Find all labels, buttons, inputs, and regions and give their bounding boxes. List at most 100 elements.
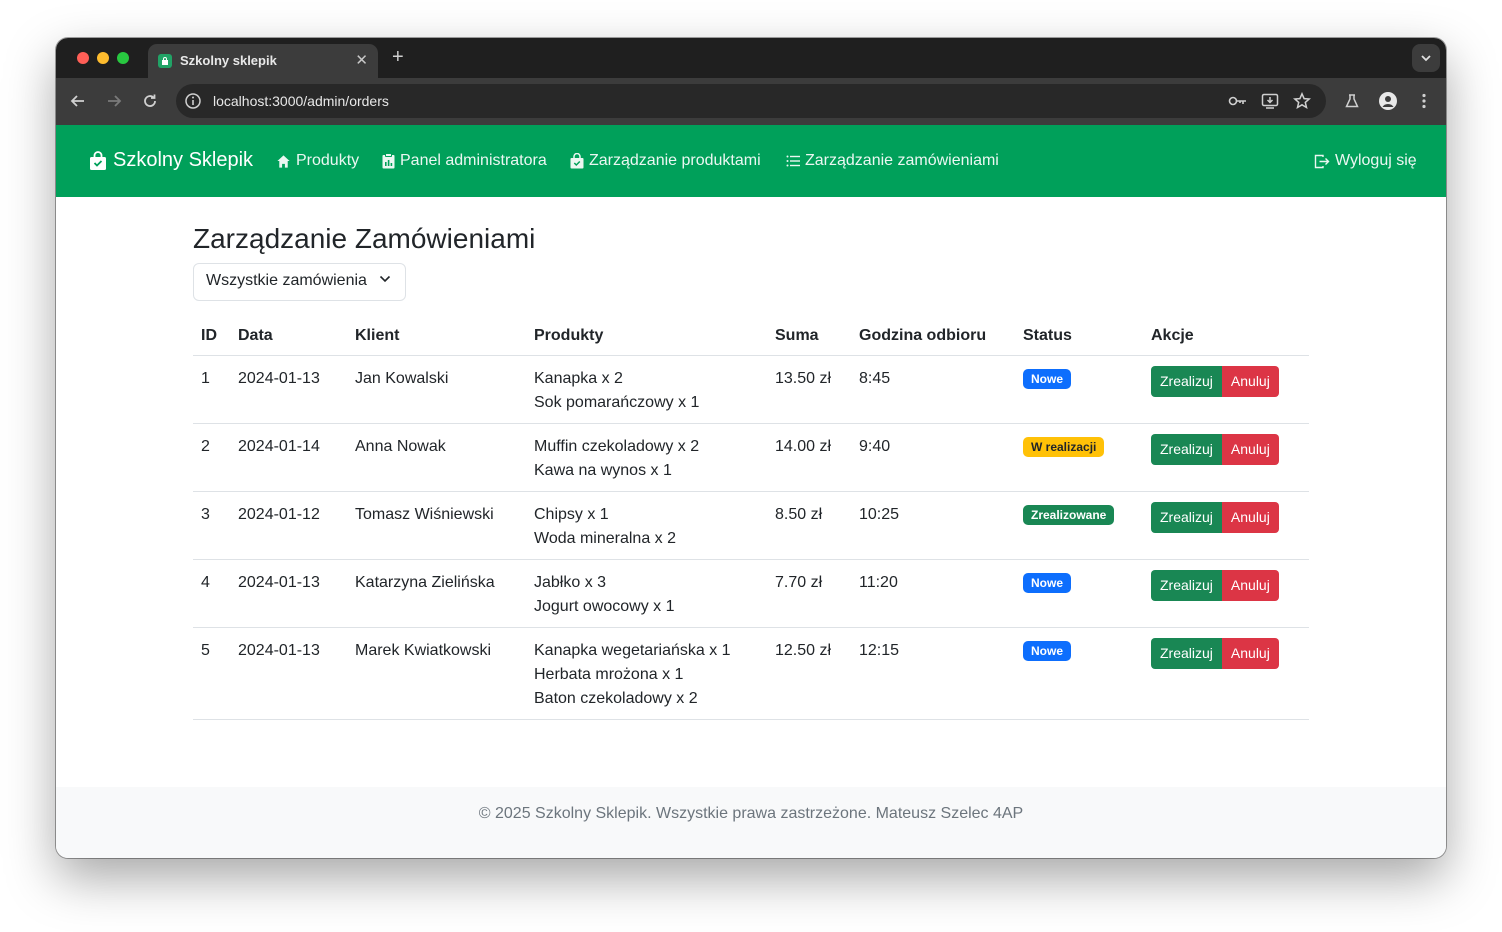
cancel-order-button[interactable]: Anuluj (1221, 365, 1279, 397)
order-actions: Zrealizuj Anuluj (1143, 491, 1309, 560)
cancel-order-button[interactable]: Anuluj (1221, 433, 1279, 465)
table-row: 4 2024-01-13 Katarzyna Zielińska Jabłko x 3… (193, 559, 1309, 628)
clipboard-icon (382, 153, 395, 169)
product-line: Jogurt owocowy x 1 (534, 597, 675, 615)
order-pickup-time: 12:15 (851, 627, 1015, 720)
column-header: Produkty (526, 317, 767, 356)
tab-strip: Szkolny sklepik ✕ + (56, 38, 1446, 78)
product-line: Kanapka x 2 (534, 369, 623, 387)
nav-item-label: Zarządzanie zamówieniami (805, 152, 999, 169)
order-filter-select[interactable]: Wszystkie zamówienia (193, 263, 406, 301)
labs-flask-icon[interactable] (1341, 90, 1363, 112)
order-sum: 8.50 zł (767, 491, 851, 560)
order-status: W realizacji (1015, 423, 1143, 492)
order-actions: Zrealizuj Anuluj (1143, 423, 1309, 492)
close-window-button[interactable] (77, 52, 89, 64)
install-app-icon[interactable] (1260, 92, 1280, 110)
minimize-window-button[interactable] (97, 52, 109, 64)
status-badge: Zrealizowane (1023, 504, 1115, 525)
footer-text: © 2025 Szkolny Sklepik. Wszystkie prawa … (478, 805, 1024, 822)
logout-icon (1314, 154, 1330, 168)
status-badge: W realizacji (1023, 436, 1105, 457)
order-status: Nowe (1015, 559, 1143, 628)
chevron-down-icon[interactable] (1412, 44, 1440, 72)
browser-tab[interactable]: Szkolny sklepik ✕ (148, 44, 378, 78)
order-date: 2024-01-13 (230, 627, 347, 720)
shopping-bag-icon (90, 150, 106, 170)
browser-window: Szkolny sklepik ✕ + localhost:3000/admin… (56, 38, 1446, 858)
nav-item-panel-administratora[interactable]: Panel administratora (382, 152, 547, 170)
order-id: 5 (193, 627, 230, 720)
order-client: Katarzyna Zielińska (347, 559, 526, 628)
product-line: Jabłko x 3 (534, 573, 607, 591)
order-actions: Zrealizuj Anuluj (1143, 559, 1309, 628)
complete-order-button[interactable]: Zrealizuj (1151, 501, 1222, 533)
product-line: Kanapka wegetariańska x 1 (534, 641, 731, 659)
back-arrow-icon[interactable] (67, 90, 89, 112)
order-date: 2024-01-13 (230, 355, 347, 424)
order-actions: Zrealizuj Anuluj (1143, 627, 1309, 720)
logout-label: Wyloguj się (1335, 152, 1417, 169)
action-button-group: Zrealizuj Anuluj (1151, 637, 1279, 669)
order-products: Jabłko x 3 Jogurt owocowy x 1 (526, 559, 767, 628)
nav-item-label: Produkty (296, 152, 360, 169)
order-pickup-time: 8:45 (851, 355, 1015, 424)
action-button-group: Zrealizuj Anuluj (1151, 433, 1279, 465)
maximize-window-button[interactable] (117, 52, 129, 64)
url-text: localhost:3000/admin/orders (213, 93, 389, 109)
product-line: Kawa na wynos x 1 (534, 461, 672, 479)
complete-order-button[interactable]: Zrealizuj (1151, 365, 1222, 397)
order-client: Marek Kwiatkowski (347, 627, 526, 720)
product-line: Sok pomarańczowy x 1 (534, 393, 700, 411)
order-status: Nowe (1015, 627, 1143, 720)
order-status: Zrealizowane (1015, 491, 1143, 560)
shopping-bag-icon (158, 54, 172, 68)
site-info-icon[interactable] (184, 92, 202, 110)
order-sum: 7.70 zł (767, 559, 851, 628)
forward-arrow-icon[interactable] (103, 90, 125, 112)
action-button-group: Zrealizuj Anuluj (1151, 569, 1279, 601)
more-menu-icon[interactable] (1413, 90, 1435, 112)
nav-item-produkty[interactable]: Produkty (276, 152, 359, 170)
nav-item-label: Panel administratora (400, 152, 547, 169)
table-row: 1 2024-01-13 Jan Kowalski Kanapka x 2 Sok po… (193, 355, 1309, 424)
order-date: 2024-01-12 (230, 491, 347, 560)
order-id: 4 (193, 559, 230, 628)
order-client: Tomasz Wiśniewski (347, 491, 526, 560)
shopping-bag-icon (570, 153, 584, 169)
column-header: ID (193, 317, 230, 356)
list-icon (786, 155, 800, 167)
product-line: Woda mineralna x 2 (534, 529, 676, 547)
bookmark-star-icon[interactable] (1292, 92, 1312, 110)
nav-item-zarzadzanie-produktami[interactable]: Zarządzanie produktami (570, 152, 761, 170)
cancel-order-button[interactable]: Anuluj (1221, 501, 1279, 533)
order-pickup-time: 9:40 (851, 423, 1015, 492)
column-header: Data (230, 317, 347, 356)
reload-icon[interactable] (139, 90, 161, 112)
complete-order-button[interactable]: Zrealizuj (1151, 433, 1222, 465)
table-row: 5 2024-01-13 Marek Kwiatkowski Kanapka wege… (193, 627, 1309, 720)
nav-item-zarzadzanie-zamowieniami[interactable]: Zarządzanie zamówieniami (786, 152, 999, 170)
table-row: 2 2024-01-14 Anna Nowak Muffin czekoladowy … (193, 423, 1309, 492)
brand-link[interactable]: Szkolny Sklepik (89, 149, 253, 172)
order-id: 1 (193, 355, 230, 424)
password-key-icon[interactable] (1228, 92, 1248, 110)
status-badge: Nowe (1023, 640, 1072, 661)
cancel-order-button[interactable]: Anuluj (1221, 637, 1279, 669)
profile-avatar-icon[interactable] (1377, 90, 1399, 112)
new-tab-plus-icon[interactable]: + (392, 46, 404, 69)
action-button-group: Zrealizuj Anuluj (1151, 365, 1279, 397)
cancel-order-button[interactable]: Anuluj (1221, 569, 1279, 601)
order-products: Kanapka x 2 Sok pomarańczowy x 1 (526, 355, 767, 424)
logout-link[interactable]: Wyloguj się (1314, 152, 1417, 170)
order-pickup-time: 11:20 (851, 559, 1015, 628)
filter-selected-value: Wszystkie zamówienia (206, 272, 367, 289)
close-icon[interactable]: ✕ (355, 51, 368, 69)
column-header: Klient (347, 317, 526, 356)
order-actions: Zrealizuj Anuluj (1143, 355, 1309, 424)
address-bar[interactable]: localhost:3000/admin/orders (176, 84, 1326, 118)
complete-order-button[interactable]: Zrealizuj (1151, 569, 1222, 601)
house-icon (277, 154, 290, 168)
complete-order-button[interactable]: Zrealizuj (1151, 637, 1222, 669)
order-client: Jan Kowalski (347, 355, 526, 424)
